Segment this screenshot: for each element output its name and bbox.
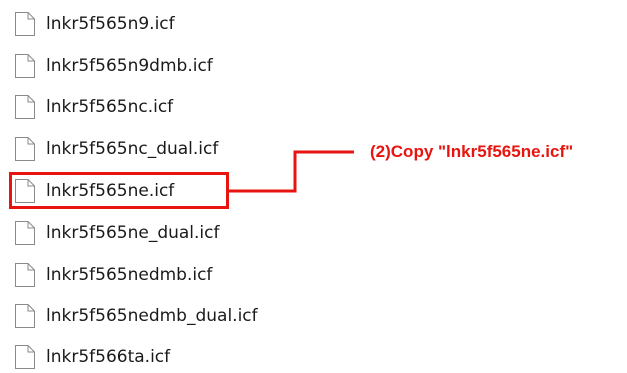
file-icon — [15, 304, 35, 328]
file-item[interactable]: lnkr5f565n9.icf — [0, 6, 340, 42]
file-name: lnkr5f565n9dmb.icf — [46, 56, 213, 76]
file-item[interactable]: lnkr5f565nc.icf — [0, 89, 340, 125]
file-icon — [15, 54, 35, 78]
file-icon — [15, 221, 35, 245]
annotation-callout: (2)Copy "lnkr5f565ne.icf" — [370, 142, 574, 161]
file-item[interactable]: lnkr5f565n9dmb.icf — [0, 48, 340, 84]
file-name: lnkr5f565ne_dual.icf — [46, 223, 220, 243]
file-item[interactable]: lnkr5f565nedmb_dual.icf — [0, 298, 340, 334]
file-icon — [15, 12, 35, 36]
file-item[interactable]: lnkr5f565nc_dual.icf — [0, 131, 340, 167]
file-icon — [15, 137, 35, 161]
file-item[interactable]: lnkr5f565ne_dual.icf — [0, 215, 340, 251]
file-item[interactable]: lnkr5f566ta.icf — [0, 339, 340, 373]
file-name: lnkr5f565nc.icf — [46, 97, 174, 117]
file-icon — [15, 263, 35, 287]
file-name: lnkr5f565n9.icf — [46, 14, 175, 34]
file-name: lnkr5f566ta.icf — [46, 347, 171, 367]
file-icon — [15, 95, 35, 119]
explorer-file-list-page: lnkr5f565n9.icf lnkr5f565n9dmb.icf lnkr5… — [0, 0, 627, 373]
file-item[interactable]: lnkr5f565nedmb.icf — [0, 257, 340, 293]
file-name: lnkr5f565nedmb_dual.icf — [46, 306, 258, 326]
highlight-box — [9, 172, 229, 209]
file-icon — [15, 345, 35, 369]
file-name: lnkr5f565nedmb.icf — [46, 265, 213, 285]
file-name: lnkr5f565nc_dual.icf — [46, 139, 219, 159]
